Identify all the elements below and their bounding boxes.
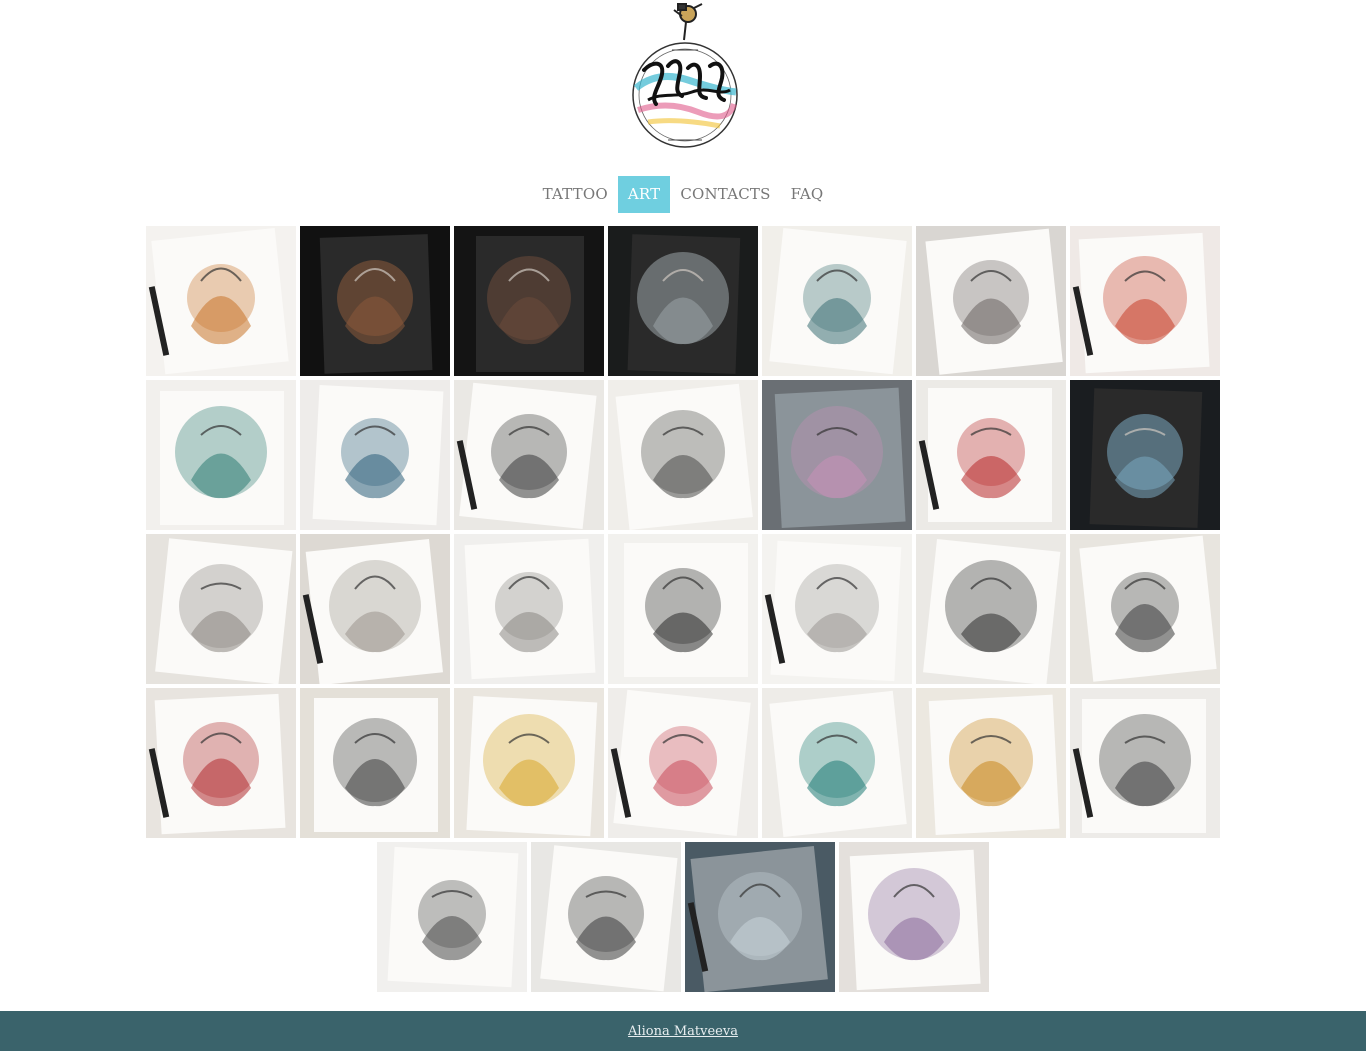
gallery-row <box>0 688 1366 838</box>
artwork-image <box>454 534 604 684</box>
artwork-skull-roses-thumbnail[interactable] <box>916 380 1066 530</box>
artwork-sun-moon-thumbnail[interactable] <box>454 688 604 838</box>
gallery-row <box>0 534 1366 684</box>
artwork-image <box>608 688 758 838</box>
artwork-image <box>531 842 681 992</box>
author-link[interactable]: Aliona Matveeva <box>628 1024 738 1039</box>
artwork-image <box>608 534 758 684</box>
gallery-row <box>0 842 1366 992</box>
artwork-dragon-roses-thumbnail[interactable] <box>762 688 912 838</box>
artwork-image <box>146 380 296 530</box>
artwork-zootopia-thumbnail[interactable] <box>839 842 989 992</box>
artwork-woman-face-thumbnail[interactable] <box>916 226 1066 376</box>
artwork-gun-shot-thumbnail[interactable] <box>146 226 296 376</box>
artwork-image <box>685 842 835 992</box>
artwork-image <box>146 226 296 376</box>
artwork-flower-lineart-thumbnail[interactable] <box>762 534 912 684</box>
artwork-image <box>762 226 912 376</box>
artwork-swan-roses-thumbnail[interactable] <box>146 688 296 838</box>
artwork-whale-mandala-thumbnail[interactable] <box>146 380 296 530</box>
artwork-eagle-mountain-thumbnail[interactable] <box>300 380 450 530</box>
artwork-group-portrait-thumbnail[interactable] <box>916 534 1066 684</box>
artwork-image <box>762 688 912 838</box>
artwork-peony-sketch-thumbnail[interactable] <box>454 534 604 684</box>
artwork-dark-circle-thumbnail[interactable] <box>454 380 604 530</box>
artwork-geometric-man-thumbnail[interactable] <box>762 226 912 376</box>
artwork-half-skull-portrait-thumbnail[interactable] <box>608 534 758 684</box>
artwork-image <box>839 842 989 992</box>
artwork-image <box>1070 380 1220 530</box>
artwork-woman-warrior-thumbnail[interactable] <box>454 226 604 376</box>
art-gallery <box>0 226 1366 996</box>
gallery-row <box>0 226 1366 376</box>
artwork-mountain-painting-thumbnail[interactable] <box>685 842 835 992</box>
artwork-image <box>608 226 758 376</box>
nav-tattoo[interactable]: TATTOO <box>533 176 618 213</box>
artwork-image <box>608 380 758 530</box>
main-nav: TATTOO ART CONTACTS FAQ <box>0 176 1366 213</box>
artwork-man-sketch-thumbnail[interactable] <box>1070 688 1220 838</box>
artwork-image <box>146 688 296 838</box>
artwork-image <box>146 534 296 684</box>
gallery-row <box>0 380 1366 530</box>
artwork-ruby-heart-thumbnail[interactable] <box>608 688 758 838</box>
artwork-image <box>1070 688 1220 838</box>
artwork-image <box>916 380 1066 530</box>
artwork-image <box>300 226 450 376</box>
artwork-astronaut-beard-thumbnail[interactable] <box>608 380 758 530</box>
nav-contacts[interactable]: CONTACTS <box>670 176 780 213</box>
artwork-image <box>300 380 450 530</box>
artwork-image <box>762 380 912 530</box>
artwork-image <box>762 534 912 684</box>
artwork-mandala-thumbnail[interactable] <box>1070 226 1220 376</box>
artwork-hooded-assassin-thumbnail[interactable] <box>608 226 758 376</box>
artwork-dragon-sketch-thumbnail[interactable] <box>1070 380 1220 530</box>
artwork-man-portrait-thumbnail[interactable] <box>300 226 450 376</box>
artwork-flower-painting-thumbnail[interactable] <box>762 380 912 530</box>
artwork-lord-of-rings-thumbnail[interactable] <box>1070 534 1220 684</box>
nav-faq[interactable]: FAQ <box>781 176 834 213</box>
artwork-ship-frame-thumbnail[interactable] <box>377 842 527 992</box>
artwork-image <box>916 226 1066 376</box>
artwork-jets-sketch-thumbnail[interactable] <box>531 842 681 992</box>
artwork-image <box>300 534 450 684</box>
artwork-image <box>454 380 604 530</box>
artwork-woman-bun-thumbnail[interactable] <box>300 688 450 838</box>
logo-tattoo-machine-emblem <box>632 3 738 148</box>
artwork-image <box>377 842 527 992</box>
artwork-image <box>916 688 1066 838</box>
site-logo[interactable] <box>628 0 742 160</box>
footer: Aliona Matveeva <box>0 1011 1366 1051</box>
artwork-lion-sketch-thumbnail[interactable] <box>146 534 296 684</box>
artwork-image <box>454 226 604 376</box>
artwork-image <box>916 534 1066 684</box>
artwork-image <box>454 688 604 838</box>
artwork-snake-roses-sketch-thumbnail[interactable] <box>300 534 450 684</box>
artwork-lion-into-the-wild-thumbnail[interactable] <box>916 688 1066 838</box>
artwork-image <box>1070 534 1220 684</box>
nav-art[interactable]: ART <box>617 176 671 213</box>
artwork-image <box>300 688 450 838</box>
artwork-image <box>1070 226 1220 376</box>
